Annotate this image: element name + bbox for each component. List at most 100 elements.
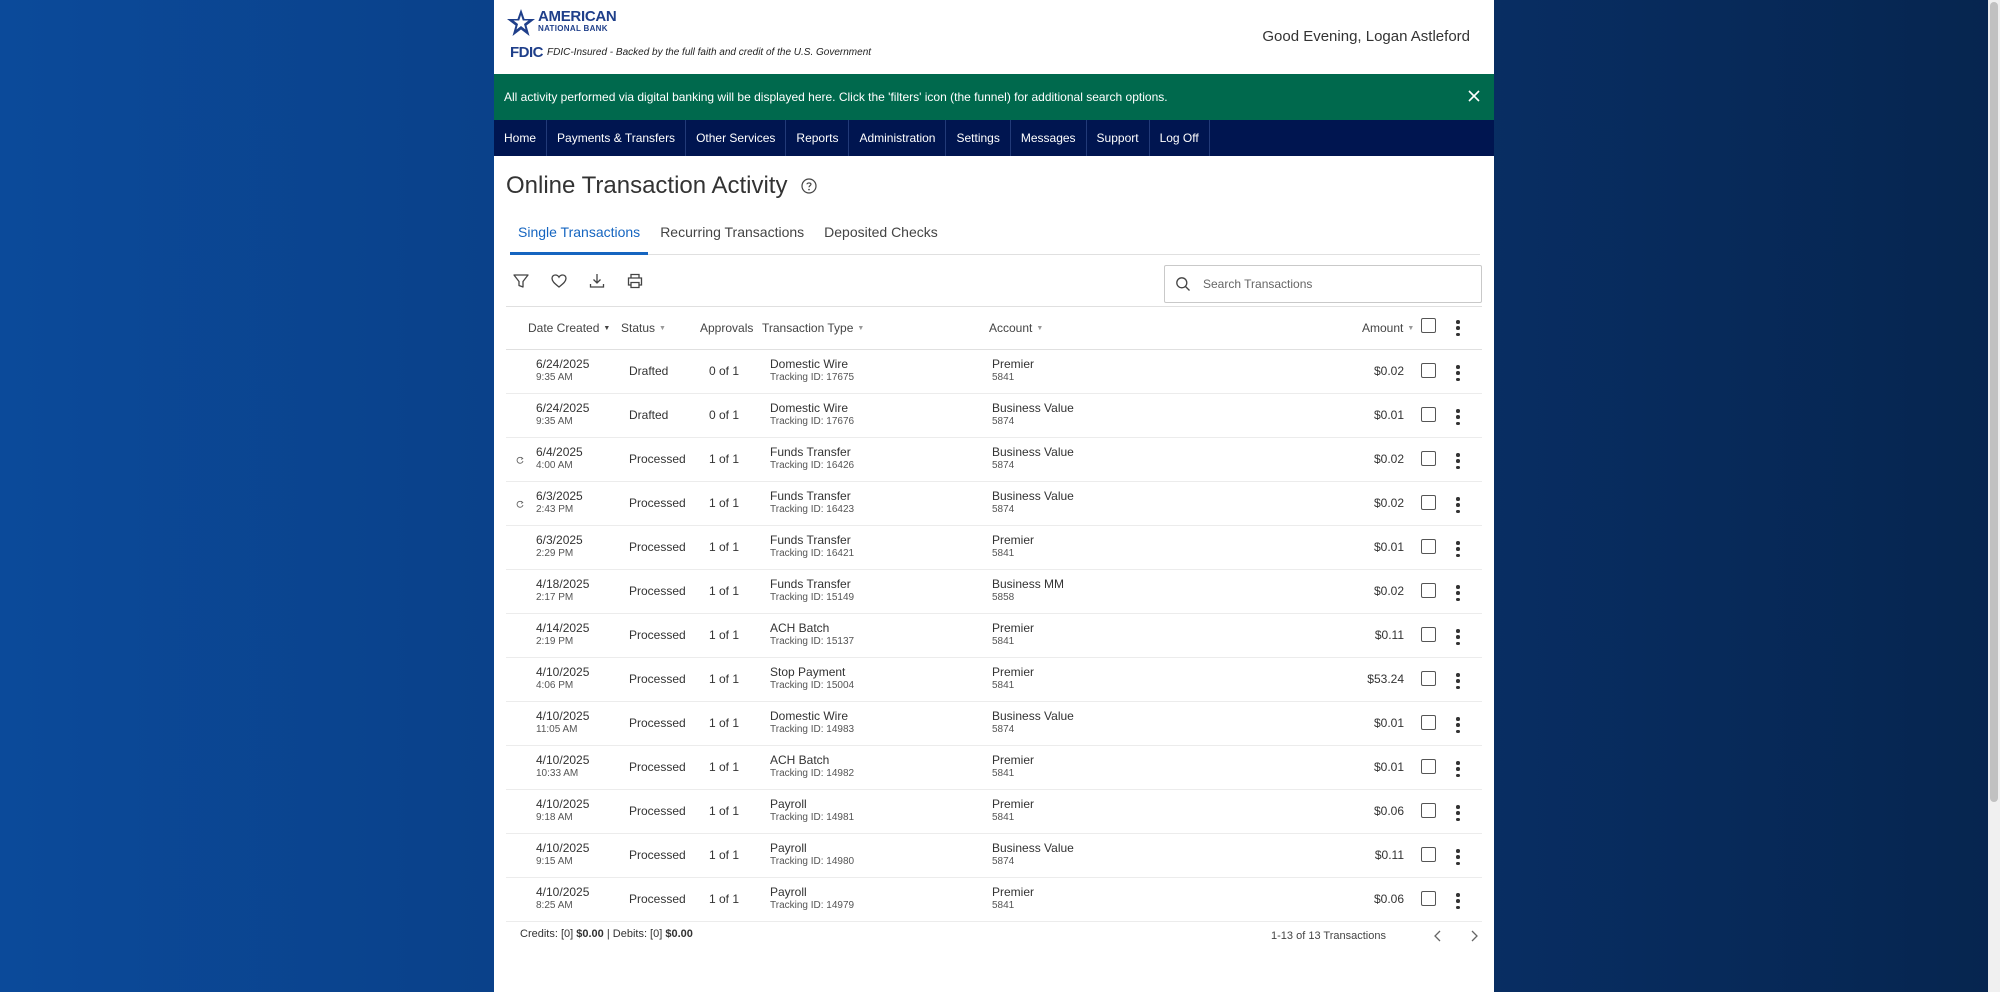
row-checkbox[interactable] xyxy=(1421,627,1436,642)
table-row[interactable]: 4/14/2025 2:19 PM Processed 1 of 1 ACH Batch… xyxy=(506,614,1482,658)
bank-logo[interactable]: AMERICAN NATIONAL BANK FDIC FDIC-Insured… xyxy=(506,8,871,61)
search-icon xyxy=(1176,277,1190,291)
more-options-icon[interactable] xyxy=(1455,849,1461,865)
approvals-cell: 0 of 1 xyxy=(709,364,740,378)
row-checkbox[interactable] xyxy=(1421,891,1436,906)
row-checkbox[interactable] xyxy=(1421,539,1436,554)
search-input[interactable] xyxy=(1201,276,1465,292)
date-created: 4/10/2025 xyxy=(536,841,590,855)
transaction-type: Payroll xyxy=(770,885,807,899)
bank-name-line2: NATIONAL BANK xyxy=(538,24,608,33)
amount-cell: $0.02 xyxy=(1373,496,1404,510)
col-amount[interactable]: Amount ▼ xyxy=(1362,321,1414,335)
more-options-icon[interactable] xyxy=(1455,541,1461,557)
account-cell: Business Value 5874 xyxy=(992,489,1074,517)
more-options-icon[interactable] xyxy=(1455,497,1461,513)
more-options-icon[interactable] xyxy=(1455,717,1461,733)
main-nav: Home Payments & Transfers Other Services… xyxy=(494,120,1494,156)
time-created: 9:35 AM xyxy=(536,372,573,383)
tracking-id: Tracking ID: 17675 xyxy=(770,372,855,383)
nav-other-services[interactable]: Other Services xyxy=(686,120,787,156)
more-options-icon[interactable] xyxy=(1455,453,1461,469)
row-checkbox[interactable] xyxy=(1421,583,1436,598)
tracking-id: Tracking ID: 16423 xyxy=(770,504,855,515)
search-box[interactable] xyxy=(1164,265,1482,303)
chevron-left-icon[interactable] xyxy=(1430,928,1446,944)
more-options-icon[interactable] xyxy=(1455,365,1461,381)
download-button[interactable] xyxy=(586,270,608,292)
page-scrollbar[interactable] xyxy=(1988,0,2000,992)
date-cell: 6/4/2025 4:00 AM xyxy=(536,445,583,473)
row-checkbox[interactable] xyxy=(1421,759,1436,774)
table-footer: Credits: [0] $0.00 | Debits: [0] $0.00 1… xyxy=(506,910,1482,950)
tab-single-transactions[interactable]: Single Transactions xyxy=(510,224,649,255)
row-checkbox[interactable] xyxy=(1421,803,1436,818)
more-options-icon[interactable] xyxy=(1455,893,1461,909)
table-row[interactable]: 4/10/2025 4:06 PM Processed 1 of 1 Stop Paym… xyxy=(506,658,1482,702)
row-checkbox[interactable] xyxy=(1421,847,1436,862)
approvals-cell: 1 of 1 xyxy=(709,716,740,730)
status-cell: Processed xyxy=(629,452,686,466)
more-options-icon[interactable] xyxy=(1455,761,1461,777)
table-row[interactable]: 4/10/2025 9:15 AM Processed 1 of 1 Payroll Tr… xyxy=(506,834,1482,878)
debits-label: Debits: [0] xyxy=(612,928,663,940)
tab-deposited-checks[interactable]: Deposited Checks xyxy=(816,224,946,252)
print-icon xyxy=(627,273,643,289)
scrollbar-thumb[interactable] xyxy=(1990,2,1998,802)
transaction-tabs: Single Transactions Recurring Transactio… xyxy=(510,224,1480,255)
more-options-icon[interactable] xyxy=(1455,629,1461,645)
time-created: 10:33 AM xyxy=(536,768,579,779)
close-icon[interactable] xyxy=(1466,88,1482,104)
account-number: 5874 xyxy=(992,460,1015,471)
amount-cell: $0.02 xyxy=(1373,452,1404,466)
table-row[interactable]: 6/24/2025 9:35 AM Drafted 0 of 1 Domestic Wi… xyxy=(506,394,1482,438)
chevron-right-icon[interactable] xyxy=(1466,928,1482,944)
row-checkbox[interactable] xyxy=(1421,495,1436,510)
table-row[interactable]: 6/3/2025 2:29 PM Processed 1 of 1 Funds Tran… xyxy=(506,526,1482,570)
amount-cell: $0.02 xyxy=(1373,584,1404,598)
nav-reports[interactable]: Reports xyxy=(786,120,850,156)
account-cell: Premier 5841 xyxy=(992,357,1034,385)
row-checkbox[interactable] xyxy=(1421,671,1436,686)
col-date-created[interactable]: Date Created ▼ xyxy=(528,321,610,335)
nav-settings[interactable]: Settings xyxy=(946,120,1011,156)
more-options-icon[interactable] xyxy=(1455,320,1461,336)
main-panel: AMERICAN NATIONAL BANK FDIC FDIC-Insured… xyxy=(494,0,1494,992)
more-options-icon[interactable] xyxy=(1455,673,1461,689)
nav-payments-transfers[interactable]: Payments & Transfers xyxy=(547,120,687,156)
table-row[interactable]: 4/18/2025 2:17 PM Processed 1 of 1 Funds Tra… xyxy=(506,570,1482,614)
table-row[interactable]: 4/10/2025 10:33 AM Processed 1 of 1 ACH Batc… xyxy=(506,746,1482,790)
row-checkbox[interactable] xyxy=(1421,407,1436,422)
tab-recurring-transactions[interactable]: Recurring Transactions xyxy=(652,224,812,252)
help-icon[interactable] xyxy=(801,178,818,194)
col-transaction-type[interactable]: Transaction Type ▼ xyxy=(762,321,864,335)
nav-log-off[interactable]: Log Off xyxy=(1150,120,1210,156)
col-status[interactable]: Status ▼ xyxy=(621,321,666,335)
table-row[interactable]: 6/24/2025 9:35 AM Drafted 0 of 1 Domestic Wi… xyxy=(506,350,1482,394)
date-cell: 4/10/2025 9:15 AM xyxy=(536,841,589,869)
nav-messages[interactable]: Messages xyxy=(1011,120,1087,156)
favorite-button[interactable] xyxy=(548,270,570,292)
table-row[interactable]: 4/10/2025 9:18 AM Processed 1 of 1 Payroll Tr… xyxy=(506,790,1482,834)
row-checkbox[interactable] xyxy=(1421,715,1436,730)
row-checkbox[interactable] xyxy=(1421,451,1436,466)
more-options-icon[interactable] xyxy=(1455,409,1461,425)
print-button[interactable] xyxy=(624,270,646,292)
time-created: 2:29 PM xyxy=(536,548,574,559)
nav-home[interactable]: Home xyxy=(494,120,548,156)
select-all-checkbox[interactable] xyxy=(1421,318,1436,333)
credits-amount: $0.00 xyxy=(576,928,604,940)
filter-button[interactable] xyxy=(510,270,532,292)
table-row[interactable]: 4/10/2025 11:05 AM Processed 1 of 1 Domestic… xyxy=(506,702,1482,746)
table-row[interactable]: 6/4/2025 4:00 AM Processed 1 of 1 Funds Tran… xyxy=(506,438,1482,482)
row-checkbox[interactable] xyxy=(1421,363,1436,378)
toolbar xyxy=(510,270,662,292)
more-options-icon[interactable] xyxy=(1455,585,1461,601)
account-number: 5874 xyxy=(992,504,1015,515)
nav-administration[interactable]: Administration xyxy=(849,120,947,156)
time-created: 4:06 PM xyxy=(536,680,574,691)
col-account[interactable]: Account ▼ xyxy=(989,321,1043,335)
table-row[interactable]: 6/3/2025 2:43 PM Processed 1 of 1 Funds Tran… xyxy=(506,482,1482,526)
more-options-icon[interactable] xyxy=(1455,805,1461,821)
nav-support[interactable]: Support xyxy=(1087,120,1150,156)
